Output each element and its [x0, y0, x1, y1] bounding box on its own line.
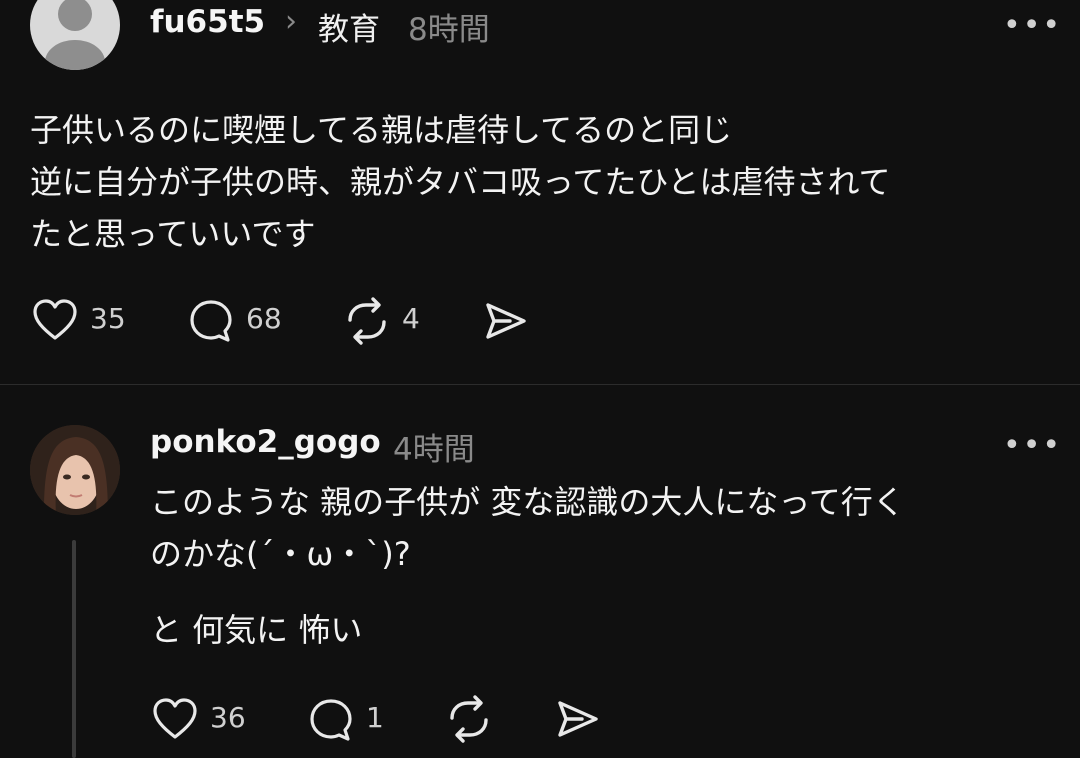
share-button[interactable]: [556, 698, 600, 740]
topic-label[interactable]: 教育: [318, 4, 380, 49]
reply-text-line: このような 親の子供が 変な認識の大人になって行く: [150, 483, 905, 521]
reply-text-line: のかな(´・ω・`)?: [150, 535, 411, 573]
more-icon[interactable]: •••: [1003, 8, 1062, 43]
thread-line: [72, 540, 76, 758]
post-text-line: たと思っていいです: [30, 215, 316, 253]
avatar[interactable]: [30, 0, 120, 70]
reply-count: 1: [366, 701, 384, 734]
share-icon: [558, 701, 598, 737]
post-text-line: 子供いるのに喫煙してる親は虐待してるのと同じ: [30, 111, 733, 149]
comment-icon: [190, 300, 232, 342]
repost-button[interactable]: [342, 296, 392, 346]
repost-icon: [450, 695, 488, 743]
reply-username[interactable]: ponko2_gogo: [150, 424, 381, 460]
divider: [0, 384, 1080, 385]
reply-count: 68: [246, 302, 282, 335]
reply-body: このような 親の子供が 変な認識の大人になって行く のかな(´・ω・`)?: [150, 476, 1060, 580]
share-icon: [486, 303, 526, 339]
chevron-right-icon: ›: [285, 4, 297, 39]
comment-icon: [310, 699, 352, 741]
share-button[interactable]: [484, 300, 528, 342]
heart-icon: [153, 698, 197, 739]
reply-button[interactable]: [308, 697, 354, 743]
post-body: 子供いるのに喫煙してる親は虐待してるのと同じ 逆に自分が子供の時、親がタバコ吸っ…: [30, 104, 1060, 260]
post-timestamp: 8時間: [408, 12, 490, 48]
reply-button[interactable]: [188, 298, 234, 344]
more-icon[interactable]: •••: [1003, 428, 1062, 463]
like-count: 36: [210, 701, 246, 734]
repost-button[interactable]: [444, 694, 494, 744]
post-username[interactable]: fu65t5: [150, 4, 265, 40]
like-button[interactable]: [152, 697, 198, 741]
heart-icon: [33, 299, 77, 340]
person-icon: [45, 0, 105, 70]
reply-text-line: と 何気に 怖い: [150, 611, 363, 649]
person-photo-icon: [30, 425, 120, 515]
repost-icon: [348, 297, 386, 345]
like-button[interactable]: [32, 298, 78, 342]
reply-avatar[interactable]: [30, 425, 120, 515]
repost-count: 4: [402, 302, 420, 335]
like-count: 35: [90, 302, 126, 335]
reply-timestamp: 4時間: [393, 432, 475, 468]
post-text-line: 逆に自分が子供の時、親がタバコ吸ってたひとは虐待されて: [30, 163, 891, 201]
